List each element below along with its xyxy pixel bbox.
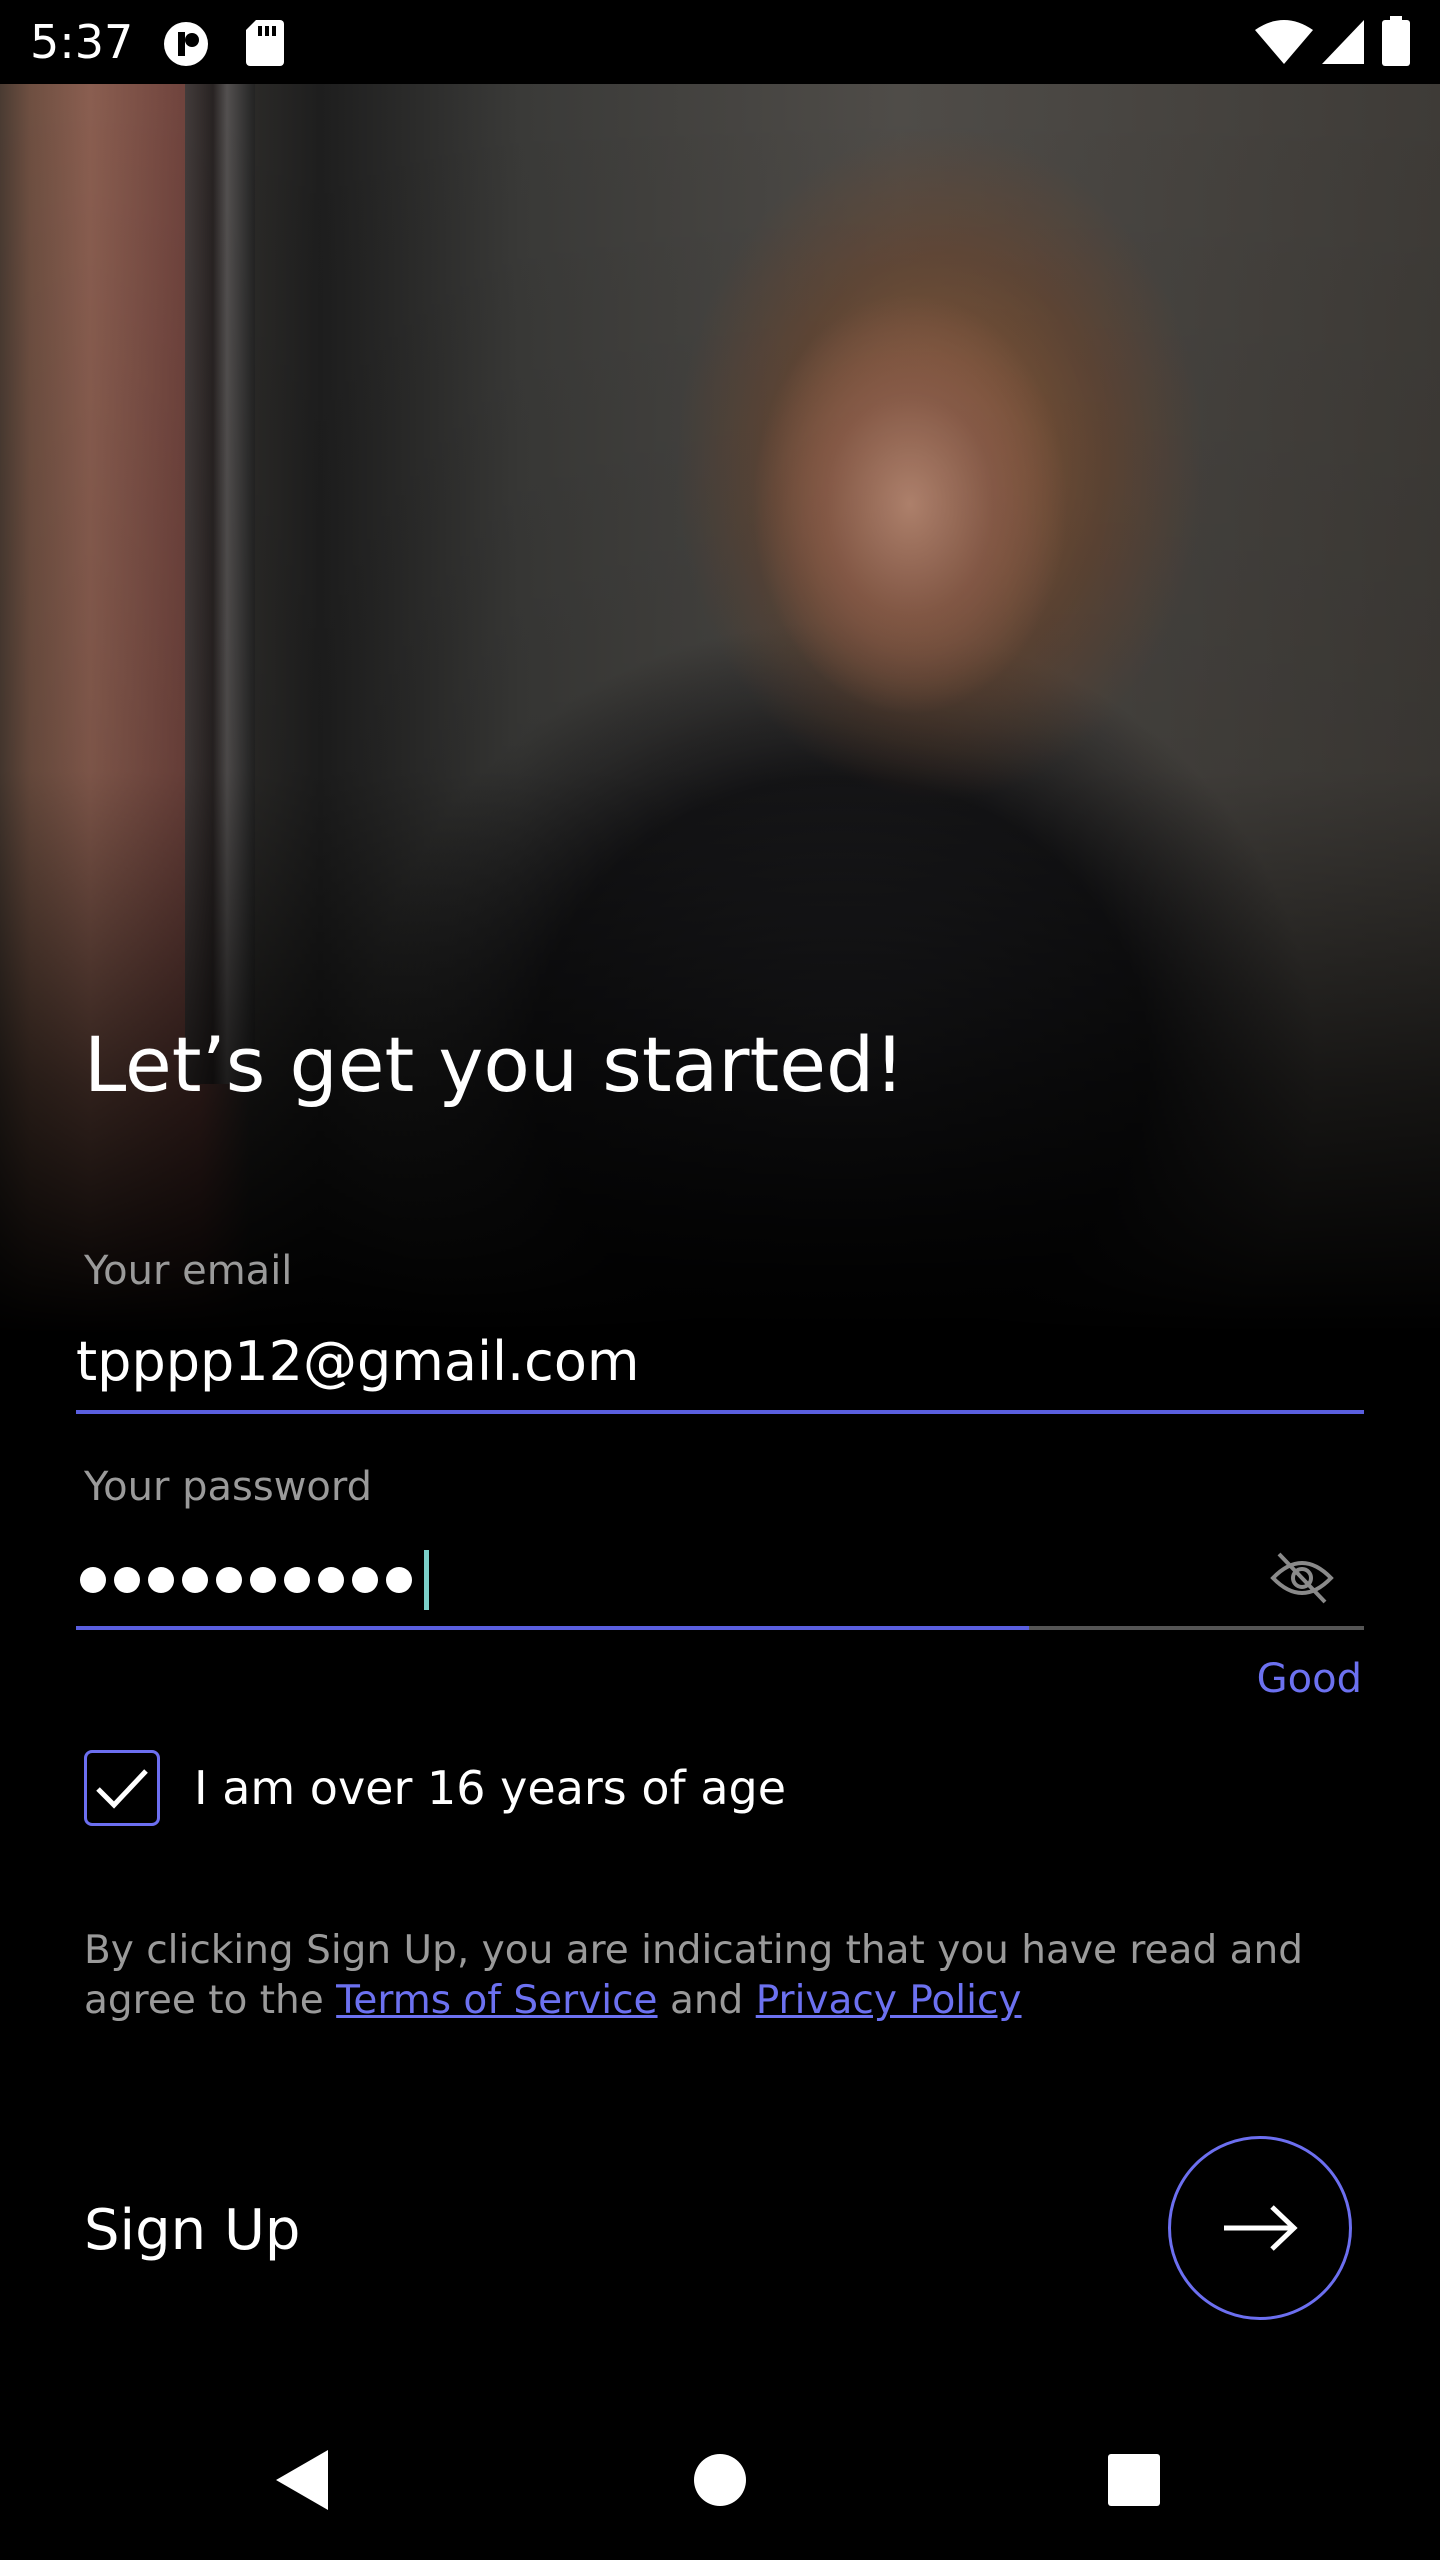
legal-conjunction: and xyxy=(657,1978,756,2023)
hero-gradient-overlay xyxy=(0,84,1440,1334)
password-field[interactable] xyxy=(80,1548,429,1612)
back-icon[interactable] xyxy=(262,2440,342,2520)
page-title: Let’s get you started! xyxy=(84,1020,905,1109)
password-dot xyxy=(386,1567,412,1593)
age-checkbox-label[interactable]: I am over 16 years of age xyxy=(194,1758,786,1818)
signup-button[interactable] xyxy=(1168,2136,1352,2320)
email-underline xyxy=(76,1410,1364,1414)
recents-icon[interactable] xyxy=(1094,2440,1174,2520)
password-strength-meter xyxy=(76,1626,1364,1630)
text-caret xyxy=(424,1550,429,1610)
password-dot xyxy=(318,1567,344,1593)
navigation-bar xyxy=(0,2400,1440,2560)
checkmark-icon xyxy=(96,1769,148,1809)
legal-text: By clicking Sign Up, you are indicating … xyxy=(84,1926,1374,2026)
privacy-policy-link[interactable]: Privacy Policy xyxy=(756,1978,1022,2023)
arrow-right-icon xyxy=(1224,2205,1298,2251)
sd-card-icon xyxy=(246,20,284,70)
password-dot xyxy=(216,1567,242,1593)
cell-signal-icon xyxy=(1322,20,1364,68)
email-field[interactable]: tpppp12@gmail.com xyxy=(76,1330,639,1393)
password-dot xyxy=(284,1567,310,1593)
password-dot xyxy=(352,1567,378,1593)
password-dot xyxy=(250,1567,276,1593)
signup-label: Sign Up xyxy=(84,2198,301,2263)
email-label: Your email xyxy=(84,1248,293,1294)
app-notification-icon xyxy=(162,20,214,72)
password-strength-fill xyxy=(76,1626,1030,1630)
home-icon[interactable] xyxy=(680,2440,760,2520)
eye-off-icon[interactable] xyxy=(1262,1538,1342,1618)
password-strength-label: Good xyxy=(1256,1656,1362,1702)
terms-of-service-link[interactable]: Terms of Service xyxy=(336,1978,657,2023)
hero-image xyxy=(0,84,1440,1334)
password-dot xyxy=(80,1567,106,1593)
status-time: 5:37 xyxy=(30,15,134,69)
age-checkbox[interactable] xyxy=(84,1750,160,1826)
status-bar: 5:37 xyxy=(0,0,1440,84)
battery-icon xyxy=(1382,16,1410,70)
password-dot xyxy=(182,1567,208,1593)
wifi-icon xyxy=(1255,20,1313,68)
password-dot xyxy=(114,1567,140,1593)
password-dot xyxy=(148,1567,174,1593)
password-label: Your password xyxy=(84,1464,373,1510)
